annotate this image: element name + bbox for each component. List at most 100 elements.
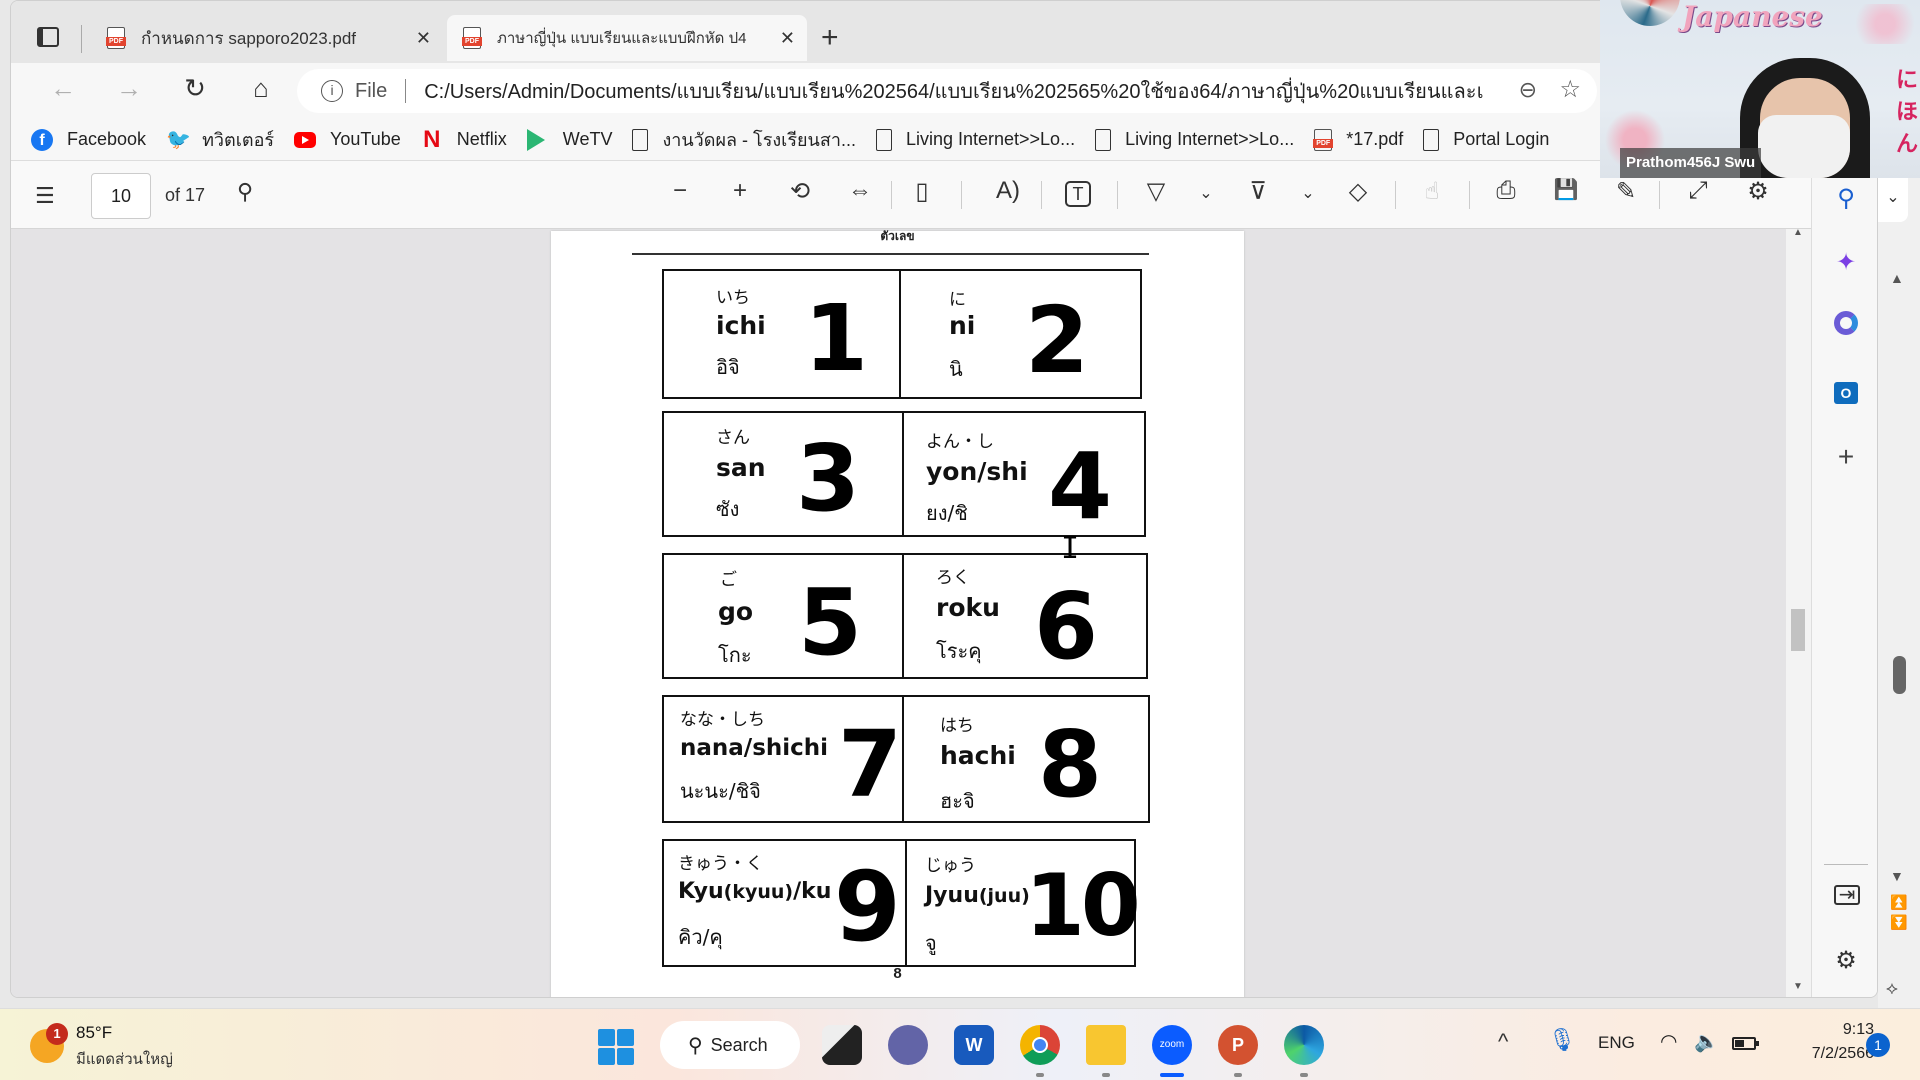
- scroll-down-arrow-icon[interactable]: ▼: [1793, 981, 1803, 992]
- clock-date[interactable]: 7/2/2566: [1770, 1045, 1874, 1063]
- add-text-button[interactable]: T: [1065, 181, 1091, 207]
- bookmark-school-eval[interactable]: งานวัดผล - โรงเรียนสา...: [632, 125, 856, 154]
- fit-to-width-button[interactable]: ⇔: [843, 177, 877, 205]
- outlook-icon[interactable]: O: [1830, 375, 1862, 407]
- table-of-contents-icon[interactable]: ☰: [35, 183, 55, 209]
- zoom-in-button[interactable]: +: [723, 177, 757, 205]
- zoom-out-button[interactable]: −: [663, 177, 697, 205]
- bookmark-portal-login[interactable]: Portal Login: [1423, 128, 1549, 151]
- close-tab-icon[interactable]: ✕: [780, 28, 795, 49]
- outer-scroll-down-icon[interactable]: ▼: [1890, 868, 1904, 884]
- powerpoint-icon[interactable]: P: [1218, 1025, 1258, 1065]
- outer-scrollbar-thumb[interactable]: [1893, 656, 1906, 694]
- address-bar[interactable]: i File C:/Users/Admin/Documents/แบบเรียน…: [297, 69, 1597, 113]
- clock-time[interactable]: 9:13: [1780, 1021, 1874, 1039]
- outer-scroll-up-icon[interactable]: ▲: [1890, 270, 1904, 286]
- add-sidebar-app-icon[interactable]: +: [1830, 441, 1862, 473]
- wifi-icon[interactable]: ◠: [1660, 1029, 1677, 1054]
- draw-button[interactable]: ▽: [1139, 177, 1173, 206]
- sidebar-settings-icon[interactable]: ⚙: [1830, 945, 1862, 977]
- bookmark-netflix[interactable]: N Netflix: [421, 127, 507, 151]
- bookmark-facebook[interactable]: f Facebook: [31, 128, 146, 151]
- read-aloud-button[interactable]: A): [991, 177, 1025, 205]
- weather-temperature[interactable]: 85°F: [76, 1023, 112, 1043]
- split-screen-icon[interactable]: ⇥: [1834, 885, 1860, 905]
- bookmark-living-internet-1[interactable]: Living Internet>>Lo...: [875, 128, 1075, 151]
- page-view-button[interactable]: ▯: [905, 177, 939, 206]
- back-button[interactable]: ←: [45, 73, 81, 104]
- zoom-indicator-icon[interactable]: ⊖: [1519, 77, 1537, 103]
- start-button[interactable]: [598, 1029, 634, 1065]
- save-button[interactable]: 💾: [1549, 177, 1583, 202]
- move-handle-icon[interactable]: ⟡: [1886, 978, 1898, 999]
- number-card-4: よん・し yon/shi ยง/ชิ 4: [904, 413, 1144, 535]
- page-up-icon[interactable]: ⏫: [1890, 894, 1907, 911]
- volume-icon[interactable]: 🔈: [1694, 1029, 1719, 1054]
- draw-options-chevron-icon[interactable]: ⌄: [1189, 183, 1223, 203]
- refresh-button[interactable]: ↻: [177, 73, 213, 104]
- touch-mode-button[interactable]: ☝: [1415, 177, 1449, 206]
- save-as-button[interactable]: ✎: [1609, 177, 1643, 206]
- bookmark-youtube[interactable]: YouTube: [294, 129, 401, 150]
- highlight-options-chevron-icon[interactable]: ⌄: [1291, 183, 1325, 203]
- page-number-input[interactable]: 10: [91, 173, 151, 219]
- battery-icon[interactable]: [1732, 1037, 1759, 1050]
- bookmark-wetv[interactable]: WeTV: [526, 128, 612, 151]
- vertical-tabs-toggle-icon[interactable]: [37, 27, 59, 47]
- search-icon[interactable]: ⚲: [1830, 183, 1862, 215]
- video-call-overlay[interactable]: Japanese に ほ ん Prathom456J Swu: [1600, 0, 1920, 178]
- bookmark-living-internet-2[interactable]: Living Internet>>Lo...: [1095, 128, 1294, 151]
- collapse-chevron-icon[interactable]: ⌄: [1878, 178, 1908, 222]
- sidebar-separator: [1824, 864, 1868, 865]
- teams-icon[interactable]: [888, 1025, 928, 1065]
- edge-icon[interactable]: [1284, 1025, 1324, 1065]
- notification-center-badge[interactable]: 1: [1866, 1033, 1890, 1057]
- pdf-icon: [462, 27, 482, 49]
- card-romaji: nana/shichi: [680, 735, 829, 761]
- find-in-document-icon[interactable]: ⚲: [237, 179, 253, 205]
- number-card-7: なな・しち nana/shichi นะนะ/ชิจิ 7: [664, 697, 904, 821]
- taskbar-search-button[interactable]: ⚲ Search: [660, 1021, 800, 1069]
- windows-taskbar: 1 85°F มีแดดส่วนใหญ่ ⚲ Search W zoom P ^…: [0, 1008, 1920, 1080]
- card-kana: よん・し: [926, 432, 994, 452]
- card-romaji: ichi: [716, 311, 766, 340]
- scroll-up-arrow-icon[interactable]: ▲: [1793, 227, 1803, 238]
- show-hidden-icons-chevron-icon[interactable]: ^: [1498, 1029, 1508, 1055]
- zoom-icon[interactable]: zoom: [1152, 1025, 1192, 1065]
- new-tab-button[interactable]: +: [821, 21, 839, 55]
- page-down-icon[interactable]: ⏬: [1890, 914, 1907, 931]
- weather-description[interactable]: มีแดดส่วนใหญ่: [76, 1047, 173, 1071]
- pdf-viewer-area[interactable]: ตัวเลข いち ichi อิจิ 1 に ni นิ 2 さん san ซ…: [11, 229, 1786, 997]
- microphone-icon[interactable]: 🎙: [1548, 1027, 1576, 1053]
- bookmark-twitter[interactable]: 🐦 ทวิตเตอร์: [166, 125, 274, 154]
- bookmark-17-pdf[interactable]: *17.pdf: [1313, 128, 1403, 151]
- copilot-icon[interactable]: ✦: [1830, 247, 1862, 279]
- task-view-icon[interactable]: [822, 1025, 862, 1065]
- url-text[interactable]: C:/Users/Admin/Documents/แบบเรียน/แบบเรี…: [424, 75, 1484, 107]
- page-icon: [875, 128, 892, 151]
- forward-button[interactable]: →: [111, 73, 147, 104]
- add-favorite-icon[interactable]: ☆: [1559, 75, 1581, 104]
- close-tab-icon[interactable]: ✕: [416, 28, 431, 49]
- fullscreen-button[interactable]: ⤢: [1681, 177, 1715, 205]
- home-button[interactable]: ⌂: [243, 73, 279, 104]
- rotate-button[interactable]: ⟲: [783, 177, 817, 206]
- site-info-icon[interactable]: i: [321, 80, 343, 102]
- pdf-settings-button[interactable]: ⚙: [1741, 177, 1775, 206]
- microsoft365-icon[interactable]: [1830, 311, 1862, 343]
- pdf-scrollbar[interactable]: ▲ ▼: [1786, 227, 1810, 997]
- tab-sapporo-pdf[interactable]: กำหนดการ sapporo2023.pdf ✕: [91, 15, 443, 61]
- youtube-icon: [294, 131, 317, 148]
- twitter-icon: 🐦: [166, 128, 191, 151]
- scrollbar-thumb[interactable]: [1791, 609, 1805, 651]
- tab-japanese-textbook[interactable]: ภาษาญี่ปุ่น แบบเรียนและแบบฝึกหัด ป4 ✕: [447, 15, 807, 61]
- print-button[interactable]: ⎙: [1489, 177, 1523, 205]
- running-indicator: [1234, 1073, 1242, 1077]
- word-icon[interactable]: W: [954, 1025, 994, 1065]
- highlight-button[interactable]: ⊽: [1241, 177, 1275, 206]
- file-explorer-icon[interactable]: [1086, 1025, 1126, 1065]
- pdf-page: ตัวเลข いち ichi อิจิ 1 に ni นิ 2 さん san ซ…: [551, 229, 1244, 997]
- erase-button[interactable]: ◇: [1341, 177, 1375, 206]
- chrome-icon[interactable]: [1020, 1025, 1060, 1065]
- input-language-indicator[interactable]: ENG: [1598, 1033, 1635, 1053]
